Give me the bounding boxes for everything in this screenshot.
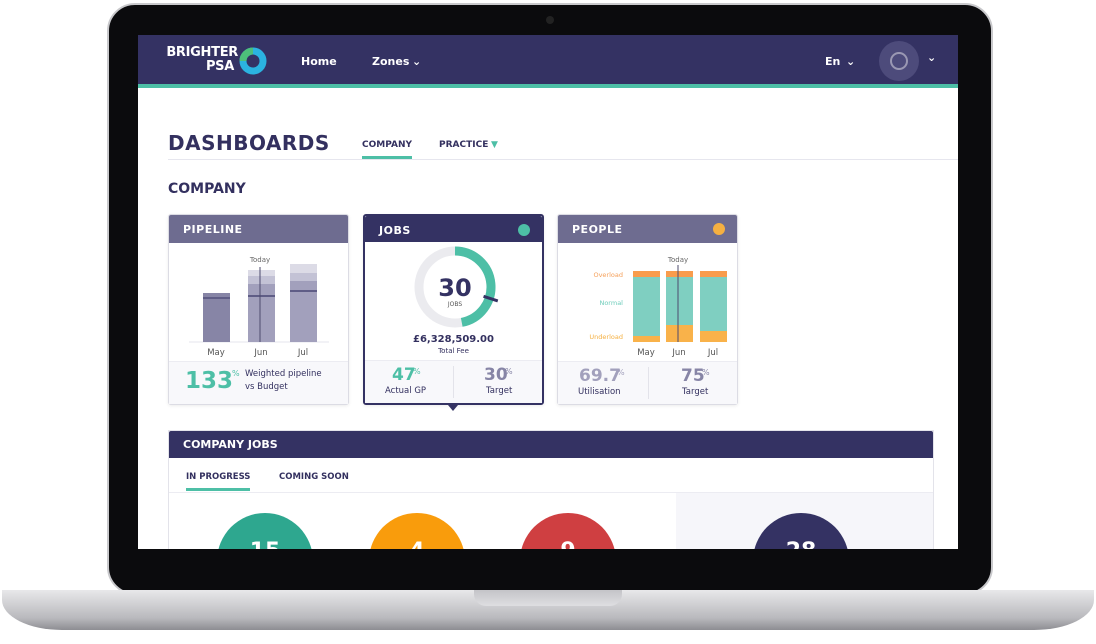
- people-bar-segment: [666, 271, 693, 277]
- count-value: 4: [409, 539, 424, 549]
- month-label: May: [207, 348, 225, 358]
- people-bar-segment: [700, 271, 727, 331]
- pipeline-label: Weighted pipeline: [245, 369, 322, 379]
- people-bar-segment: [633, 271, 660, 336]
- dropdown-triangle-icon[interactable]: ▼: [491, 140, 498, 150]
- language-select[interactable]: En: [825, 55, 840, 68]
- status-dot: [518, 224, 530, 236]
- count-value: 9: [560, 539, 575, 549]
- logo-text: BRIGHTER: [166, 45, 238, 60]
- bar-jun: [248, 284, 275, 342]
- logo-text: PSA: [205, 59, 234, 74]
- month-label: Jul: [297, 348, 308, 358]
- month-label: May: [637, 348, 655, 358]
- month-label: Jul: [707, 348, 718, 358]
- people-chart: Overload Normal Underload Today May Jun …: [589, 256, 727, 358]
- target-label: Target: [682, 387, 709, 397]
- total-fee: £6,328,509.00: [413, 334, 494, 345]
- unit: %: [232, 369, 240, 378]
- logo[interactable]: BRIGHTER PSA: [164, 46, 238, 74]
- utilisation-label: Utilisation: [578, 387, 621, 397]
- people-bar-segment: [666, 325, 693, 342]
- count-value: 15: [250, 539, 281, 549]
- laptop-notch: [474, 590, 622, 606]
- unit: %: [617, 368, 625, 377]
- utilisation-value: 69.7: [579, 366, 621, 386]
- top-nav: BRIGHTER PSA Home Zones ⌄ En ⌄ ⌄: [138, 35, 958, 88]
- panel-title: COMPANY JOBS: [169, 431, 933, 458]
- total-fee-label: Total Fee: [438, 347, 469, 355]
- page-title: DASHBOARDS: [168, 131, 330, 155]
- divider: [168, 159, 958, 160]
- jobs-count-circle[interactable]: 9: [520, 513, 616, 549]
- people-bar-segment: [666, 271, 693, 325]
- unit: %: [413, 367, 421, 376]
- tab-company[interactable]: COMPANY: [362, 140, 412, 159]
- jobs-count-circle[interactable]: 4: [369, 513, 465, 549]
- camera-icon: [546, 16, 554, 24]
- month-label: Jun: [253, 348, 267, 358]
- level-label: Normal: [599, 299, 623, 307]
- count-value: 28: [786, 539, 817, 549]
- jobs-count-label: JOBS: [447, 301, 463, 308]
- jobs-donut: 30 JOBS: [414, 246, 499, 328]
- people-card[interactable]: PEOPLE Overload Normal Underload Today M…: [557, 214, 738, 405]
- nav-home[interactable]: Home: [301, 55, 337, 68]
- month-label: Jun: [671, 348, 685, 358]
- bar-may: [203, 293, 230, 342]
- unit: %: [505, 367, 513, 376]
- logo-ring-icon: [239, 47, 267, 75]
- tab-in-progress[interactable]: IN PROGRESS: [186, 472, 251, 491]
- jobs-count: 30: [438, 274, 471, 302]
- level-label: Underload: [589, 333, 623, 341]
- pipeline-value: 133: [185, 368, 234, 394]
- people-bar-segment: [700, 331, 727, 342]
- pipeline-card[interactable]: PIPELINE Today May Jun Jul 133 % Weighte…: [168, 214, 349, 405]
- nav-zones[interactable]: Zones: [372, 55, 409, 68]
- today-label: Today: [249, 256, 270, 264]
- level-label: Overload: [593, 271, 623, 279]
- jobs-footer: 47 % Actual GP 30 % Target: [365, 360, 542, 403]
- pipeline-label: vs Budget: [245, 382, 288, 392]
- screen: BRIGHTER PSA Home Zones ⌄ En ⌄ ⌄ DASHBOAR…: [138, 35, 958, 549]
- people-footer: 69.7 % Utilisation 75 % Target: [558, 361, 737, 404]
- pointer-icon: [448, 405, 458, 411]
- people-bar-segment: [633, 271, 660, 277]
- chevron-down-icon[interactable]: ⌄: [412, 55, 421, 68]
- divider: [648, 367, 649, 399]
- card-title: PIPELINE: [169, 215, 348, 243]
- card-title: PEOPLE: [558, 215, 737, 243]
- actual-gp-label: Actual GP: [385, 386, 427, 396]
- company-jobs-panel: COMPANY JOBS IN PROGRESS COMING SOON 15 …: [168, 430, 934, 549]
- avatar[interactable]: [879, 41, 919, 81]
- chevron-down-icon[interactable]: ⌄: [927, 51, 936, 64]
- unit: %: [702, 368, 710, 377]
- status-dot: [713, 223, 725, 235]
- chevron-down-icon[interactable]: ⌄: [846, 55, 855, 68]
- pipeline-footer: 133 % Weighted pipeline vs Budget: [169, 361, 348, 404]
- people-bar-segment: [700, 271, 727, 277]
- section-title: COMPANY: [168, 181, 246, 197]
- card-title: JOBS: [365, 216, 542, 242]
- jobs-card[interactable]: JOBS 30 JOBS £6,328,509.00 Total Fee 47 …: [363, 214, 544, 411]
- jobs-count-circle[interactable]: 15: [217, 513, 313, 549]
- today-label: Today: [667, 256, 688, 264]
- target-label: Target: [486, 386, 513, 396]
- tab-coming-soon[interactable]: COMING SOON: [279, 472, 349, 482]
- people-bar-segment: [633, 336, 660, 342]
- pipeline-chart: Today May Jun Jul: [189, 256, 329, 358]
- tab-practice[interactable]: PRACTICE: [439, 140, 488, 150]
- divider: [453, 366, 454, 398]
